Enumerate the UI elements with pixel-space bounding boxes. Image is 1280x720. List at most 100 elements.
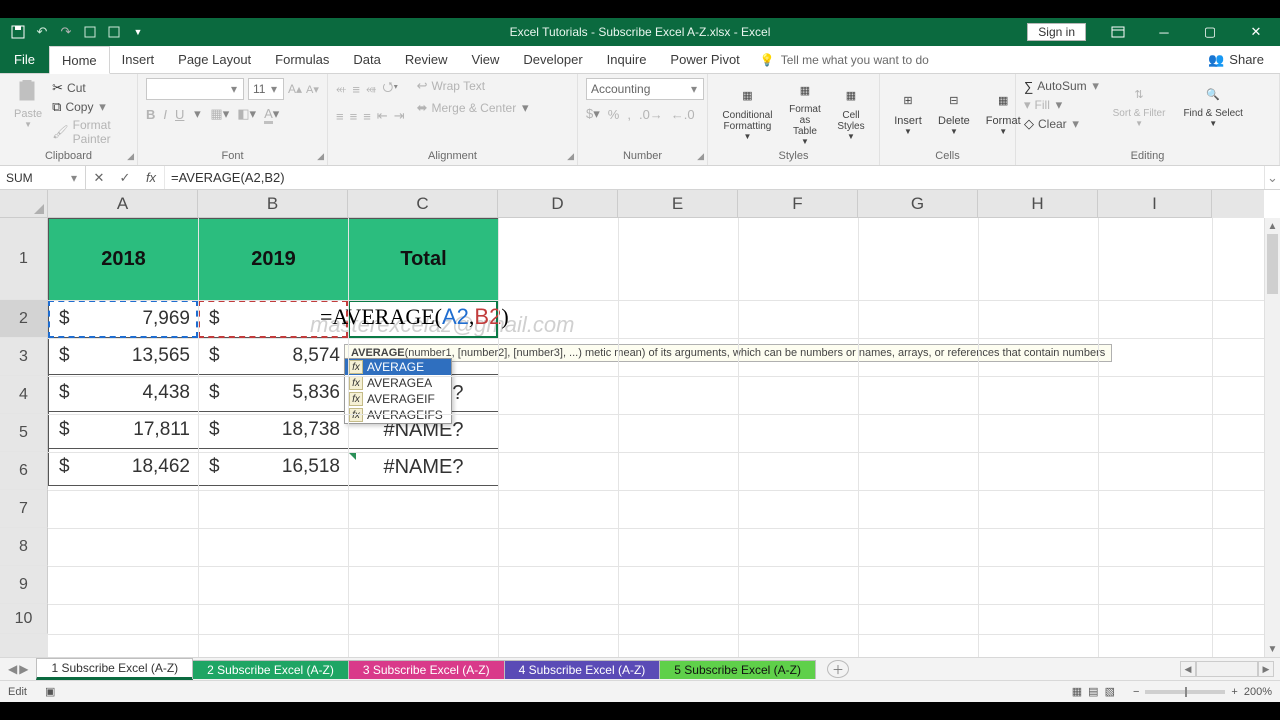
row-header[interactable]: 1 [0, 218, 48, 300]
cut-button[interactable]: ✂ Cut [52, 80, 129, 96]
row-header[interactable]: 3 [0, 338, 48, 376]
underline-button[interactable]: U [175, 107, 184, 122]
decrease-decimal-icon[interactable]: ←.0 [671, 107, 695, 122]
qat-icon-1[interactable] [82, 24, 98, 40]
align-middle-icon[interactable]: ≡ [352, 82, 360, 97]
autocomplete-item[interactable]: fxAVERAGEIFS [345, 407, 451, 423]
fill-button[interactable]: ▾ Fill ▾ [1024, 97, 1101, 113]
table-header[interactable]: Total [349, 219, 499, 301]
select-all-button[interactable] [0, 190, 48, 218]
wrap-text-button[interactable]: ↩ Wrap Text [417, 78, 531, 94]
row-header[interactable]: 2 [0, 300, 48, 338]
redo-icon[interactable]: ↷ [58, 24, 74, 40]
column-header[interactable]: B [198, 190, 348, 218]
align-bottom-icon[interactable]: ⬵ [366, 81, 376, 97]
table-header[interactable]: 2019 [199, 219, 349, 301]
paste-button[interactable]: Paste ▼ [8, 78, 48, 131]
align-right-icon[interactable]: ≡ [363, 109, 371, 124]
sheet-nav-prev-icon[interactable]: ◀ [8, 662, 17, 676]
column-header[interactable]: A [48, 190, 198, 218]
table-cell[interactable]: $5,836 [199, 375, 349, 412]
sort-filter-button[interactable]: ⇅Sort & Filter▼ [1107, 78, 1172, 130]
column-header[interactable]: I [1098, 190, 1212, 218]
row-header[interactable]: 8 [0, 528, 48, 566]
comma-icon[interactable]: , [627, 107, 631, 122]
row-header[interactable]: 5 [0, 414, 48, 452]
row-header[interactable]: 9 [0, 566, 48, 604]
table-cell[interactable]: $13,565 [49, 338, 199, 375]
share-button[interactable]: 👥Share [1192, 46, 1280, 73]
bold-button[interactable]: B [146, 107, 155, 122]
maximize-button[interactable]: ▢ [1188, 18, 1232, 46]
accounting-format-icon[interactable]: $▾ [586, 106, 600, 122]
horizontal-scrollbar[interactable]: ◀ ▶ [1180, 661, 1280, 677]
tab-inquire[interactable]: Inquire [595, 46, 659, 73]
ribbon-display-icon[interactable] [1096, 18, 1140, 46]
cancel-edit-button[interactable]: ✕ [86, 170, 112, 186]
format-painter-button[interactable]: 🖌 Format Painter [52, 118, 129, 146]
indent-dec-icon[interactable]: ⇤ [377, 108, 388, 124]
normal-view-icon[interactable]: ▦ [1072, 685, 1082, 698]
column-header[interactable]: G [858, 190, 978, 218]
table-cell[interactable]: $16,518 [199, 449, 349, 486]
tab-home[interactable]: Home [49, 46, 110, 74]
conditional-formatting-button[interactable]: ▦Conditional Formatting▼ [716, 80, 779, 143]
hscroll-right-icon[interactable]: ▶ [1258, 661, 1274, 677]
percent-icon[interactable]: % [608, 107, 620, 122]
insert-cells-button[interactable]: ⊞Insert▼ [888, 85, 928, 138]
grow-font-icon[interactable]: A▴ [288, 82, 302, 96]
tab-page-layout[interactable]: Page Layout [166, 46, 263, 73]
tab-developer[interactable]: Developer [511, 46, 594, 73]
indent-inc-icon[interactable]: ⇥ [394, 108, 405, 124]
font-color-button[interactable]: A▾ [264, 106, 279, 122]
autosum-button[interactable]: ∑ AutoSum ▾ [1024, 78, 1101, 94]
table-cell[interactable]: $18,462 [49, 449, 199, 486]
scroll-up-icon[interactable]: ▲ [1265, 218, 1280, 234]
sheet-nav-next-icon[interactable]: ▶ [19, 662, 28, 676]
table-cell[interactable]: $8,574 [199, 338, 349, 375]
sheet-tab-2[interactable]: 2 Subscribe Excel (A-Z) [192, 660, 349, 679]
sheet-tab-4[interactable]: 4 Subscribe Excel (A-Z) [504, 660, 661, 679]
sheet-tab-1[interactable]: 1 Subscribe Excel (A-Z) [36, 658, 193, 680]
qat-icon-2[interactable] [106, 24, 122, 40]
find-select-button[interactable]: 🔍Find & Select▼ [1177, 78, 1248, 130]
qat-customize-icon[interactable]: ▼ [130, 24, 146, 40]
table-cell[interactable]: #NAME? [349, 449, 499, 486]
table-cell[interactable]: $18,738 [199, 412, 349, 449]
sheet-tab-5[interactable]: 5 Subscribe Excel (A-Z) [659, 660, 816, 679]
tell-me-search[interactable]: 💡Tell me what you want to do [760, 46, 929, 73]
hscroll-left-icon[interactable]: ◀ [1180, 661, 1196, 677]
fill-color-button[interactable]: ◧▾ [237, 106, 256, 122]
row-header[interactable]: 7 [0, 490, 48, 528]
clear-button[interactable]: ◇ Clear ▾ [1024, 116, 1101, 132]
dialog-launcher-icon[interactable]: ◢ [127, 151, 134, 162]
align-left-icon[interactable]: ≡ [336, 109, 344, 124]
table-header[interactable]: 2018 [49, 219, 199, 301]
zoom-slider[interactable] [1145, 690, 1225, 694]
delete-cells-button[interactable]: ⊟Delete▼ [932, 85, 976, 138]
sign-in-button[interactable]: Sign in [1027, 23, 1086, 41]
column-header[interactable]: F [738, 190, 858, 218]
scroll-thumb[interactable] [1267, 234, 1278, 294]
font-size-combo[interactable]: 11▾ [248, 78, 284, 100]
shrink-font-icon[interactable]: A▾ [306, 83, 319, 96]
zoom-out-icon[interactable]: − [1133, 686, 1139, 698]
page-layout-view-icon[interactable]: ▤ [1088, 685, 1098, 698]
column-header[interactable]: H [978, 190, 1098, 218]
column-header[interactable]: E [618, 190, 738, 218]
merge-center-button[interactable]: ⬌ Merge & Center ▾ [417, 100, 531, 116]
border-button[interactable]: ▦▾ [210, 106, 229, 122]
dialog-launcher-icon[interactable]: ◢ [317, 151, 324, 162]
copy-button[interactable]: ⧉ Copy ▾ [52, 99, 129, 115]
sheet-tab-3[interactable]: 3 Subscribe Excel (A-Z) [348, 660, 505, 679]
column-header[interactable]: C [348, 190, 498, 218]
close-button[interactable]: ✕ [1234, 18, 1278, 46]
number-format-combo[interactable]: Accounting▾ [586, 78, 704, 100]
format-as-table-button[interactable]: ▦Format as Table▼ [781, 74, 829, 148]
tab-formulas[interactable]: Formulas [263, 46, 341, 73]
italic-button[interactable]: I [163, 107, 167, 122]
undo-icon[interactable]: ↶ [34, 24, 50, 40]
vertical-scrollbar[interactable]: ▲ ▼ [1264, 218, 1280, 657]
table-cell[interactable]: $17,811 [49, 412, 199, 449]
enter-edit-button[interactable]: ✓ [112, 170, 138, 186]
